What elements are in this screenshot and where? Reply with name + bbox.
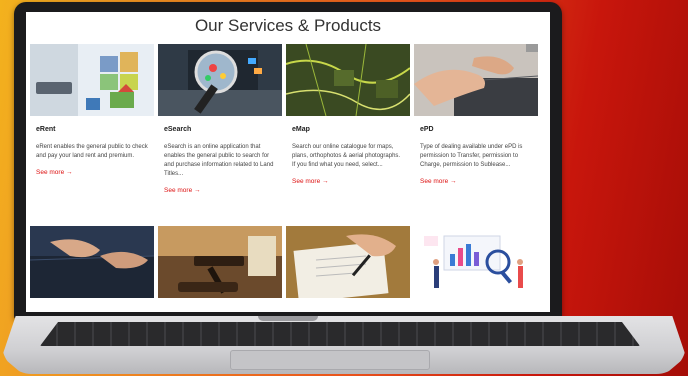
- card-emap[interactable]: eMap Search our online catalogue for map…: [286, 44, 410, 220]
- typing-hands-image: [414, 44, 538, 116]
- laptop-hinge-notch: [258, 316, 318, 321]
- house-blocks-image: [30, 44, 154, 116]
- laptop-keyboard: [40, 322, 640, 346]
- card-description: eSearch is an online application that en…: [164, 144, 274, 177]
- data-analysis-illustration[interactable]: [414, 226, 538, 298]
- card-name: eMap: [292, 126, 310, 133]
- see-more-link[interactable]: See more →: [164, 187, 201, 194]
- gavel-image[interactable]: [158, 226, 282, 298]
- signing-document-image[interactable]: [286, 226, 410, 298]
- laptop-trackpad: [230, 350, 430, 370]
- page-title: Our Services & Products: [194, 16, 382, 35]
- card-description: Type of dealing available under ePD is p…: [420, 144, 523, 168]
- services-grid-row2: [30, 226, 546, 298]
- card-esearch[interactable]: eSearch eSearch is an online application…: [158, 44, 282, 220]
- see-more-link[interactable]: See more →: [36, 169, 73, 176]
- services-grid: eRent eRent enables the general public t…: [30, 44, 546, 220]
- laptop-typing-image[interactable]: [30, 226, 154, 298]
- aerial-map-image: [286, 44, 410, 116]
- magnifier-laptop-image: [158, 44, 282, 116]
- see-more-link[interactable]: See more →: [420, 178, 457, 185]
- card-description: Search our online catalogue for maps, pl…: [292, 144, 401, 168]
- card-name: eSearch: [164, 126, 192, 133]
- card-description: eRent enables the general public to chec…: [36, 144, 148, 159]
- see-more-link[interactable]: See more →: [292, 178, 329, 185]
- laptop-screen: Our Services & Products eRent eRent enab…: [26, 12, 550, 312]
- card-erent[interactable]: eRent eRent enables the general public t…: [30, 44, 154, 220]
- card-name: ePD: [420, 126, 434, 133]
- card-epd[interactable]: ePD Type of dealing available under ePD …: [414, 44, 538, 220]
- card-name: eRent: [36, 126, 56, 133]
